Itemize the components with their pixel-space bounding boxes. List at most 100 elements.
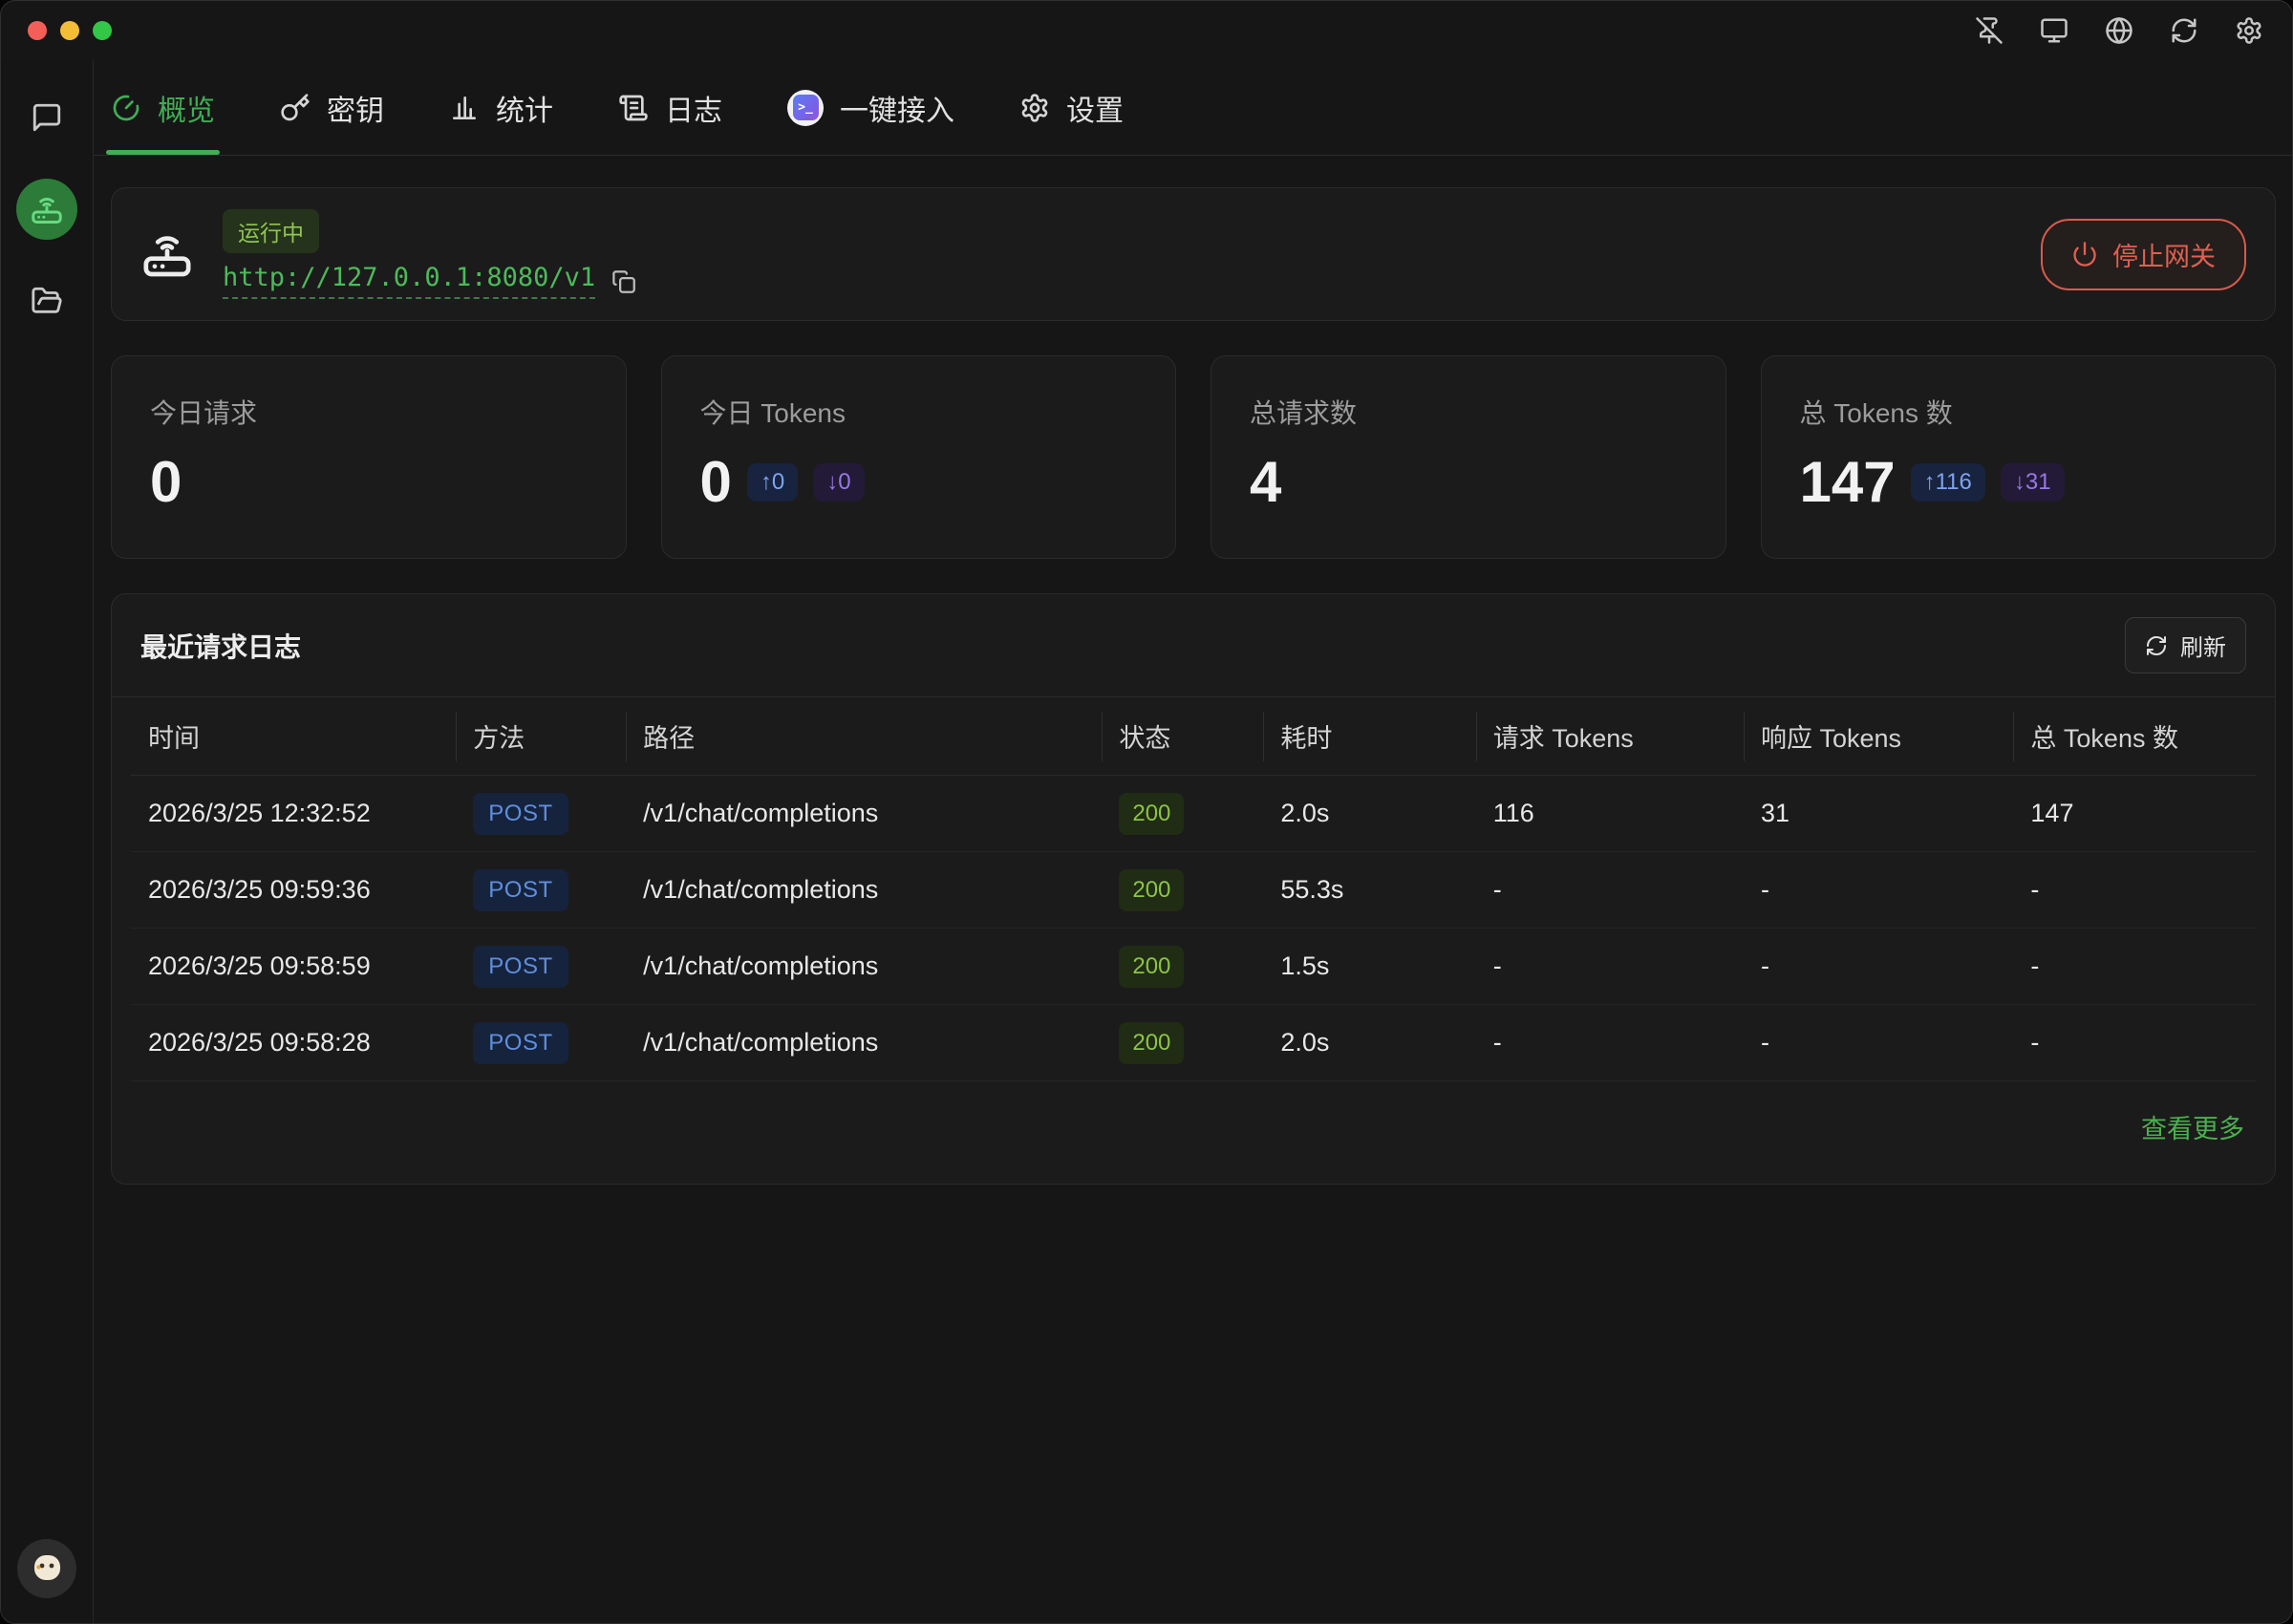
cell-req-tokens: - [1476,1005,1744,1081]
cell-res-tokens: - [1744,852,2013,929]
stat-label: 今日 Tokens [700,393,1138,431]
cell-req-tokens: - [1476,929,1744,1005]
logs-title: 最近请求日志 [140,627,301,665]
cell-res-tokens: - [1744,1005,2013,1081]
sidebar-item-files[interactable] [28,282,66,320]
method-badge: POST [473,793,568,835]
cell-total-tokens: - [2013,852,2256,929]
stat-value: 0 [700,454,732,511]
stat-card-today-requests: 今日请求 0 [111,355,627,559]
stat-value: 0 [150,454,182,511]
cell-total-tokens: - [2013,1005,2256,1081]
mascot-icon [27,1547,67,1592]
terminal-app-icon: >_ [787,90,824,126]
stat-value: 147 [1800,454,1896,511]
view-more-link[interactable]: 查看更多 [2141,1115,2244,1143]
sidebar [1,60,94,1623]
globe-icon[interactable] [2105,16,2133,45]
pin-off-icon[interactable] [1975,16,2004,45]
cell-time: 2026/3/25 09:58:59 [131,929,456,1005]
tab-label: 设置 [1066,87,1124,129]
gateway-url-link[interactable]: http://127.0.0.1:8080/v1 [223,263,595,299]
cell-time: 2026/3/25 12:32:52 [131,776,456,852]
folder-open-icon [31,285,63,317]
table-row: 2026/3/25 09:58:59 POST /v1/chat/complet… [131,929,2256,1005]
gateway-status-card: 运行中 http://127.0.0.1:8080/v1 停止网关 [111,187,2276,321]
tab-quick-connect[interactable]: >_ 一键接入 [787,60,954,155]
tabbar: 概览 密钥 统计 日志 >_ 一键接入 [94,60,2292,156]
refresh-label: 刷新 [2180,629,2226,662]
refresh-logs-button[interactable]: 刷新 [2125,617,2246,673]
output-tokens-chip: ↓31 [2001,463,2065,502]
cell-total-tokens: - [2013,929,2256,1005]
gear-icon [1019,93,1050,123]
logs-table: 时间 方法 路径 状态 耗时 请求 Tokens 响应 Tokens 总 Tok… [131,697,2256,1081]
traffic-lights [28,21,112,40]
method-badge: POST [473,869,568,911]
cell-path: /v1/chat/completions [626,852,1102,929]
tab-logs[interactable]: 日志 [618,60,722,155]
table-row: 2026/3/25 12:32:52 POST /v1/chat/complet… [131,776,2256,852]
cell-duration: 2.0s [1263,1005,1475,1081]
tab-overview[interactable]: 概览 [111,60,215,155]
col-method: 方法 [456,697,626,776]
refresh-icon[interactable] [2170,16,2198,45]
overview-content: 运行中 http://127.0.0.1:8080/v1 停止网关 今日 [94,156,2292,1623]
status-code-badge: 200 [1119,793,1184,835]
recent-logs-card: 最近请求日志 刷新 [111,593,2276,1185]
minimize-window-button[interactable] [60,21,79,40]
titlebar-actions [1975,16,2263,45]
tab-label: 一键接入 [840,87,954,129]
col-res-tokens: 响应 Tokens [1744,697,2013,776]
table-row: 2026/3/25 09:59:36 POST /v1/chat/complet… [131,852,2256,929]
stat-card-total-tokens: 总 Tokens 数 147 ↑116 ↓31 [1761,355,2277,559]
status-badge: 运行中 [223,209,319,253]
input-tokens-chip: ↑116 [1911,463,1985,502]
zoom-window-button[interactable] [93,21,112,40]
stat-label: 今日请求 [150,393,588,431]
stat-card-today-tokens: 今日 Tokens 0 ↑0 ↓0 [661,355,1177,559]
sidebar-item-gateway[interactable] [16,179,77,240]
col-path: 路径 [626,697,1102,776]
cell-path: /v1/chat/completions [626,776,1102,852]
tab-stats[interactable]: 统计 [449,60,553,155]
sidebar-item-chat[interactable] [28,98,66,137]
table-header-row: 时间 方法 路径 状态 耗时 请求 Tokens 响应 Tokens 总 Tok… [131,697,2256,776]
cell-res-tokens: 31 [1744,776,2013,852]
stats-row: 今日请求 0 今日 Tokens 0 ↑0 ↓0 总请求数 4 [111,355,2276,559]
assistant-avatar[interactable] [17,1539,76,1598]
tab-label: 密钥 [327,87,384,129]
app-window: 概览 密钥 统计 日志 >_ 一键接入 [0,0,2293,1624]
tab-label: 日志 [665,87,722,129]
cell-res-tokens: - [1744,929,2013,1005]
stop-gateway-button[interactable]: 停止网关 [2041,219,2246,290]
status-code-badge: 200 [1119,946,1184,988]
cell-time: 2026/3/25 09:58:28 [131,1005,456,1081]
cell-time: 2026/3/25 09:59:36 [131,852,456,929]
router-icon [30,192,64,226]
tab-settings[interactable]: 设置 [1019,60,1124,155]
method-badge: POST [473,946,568,988]
tab-label: 统计 [496,87,553,129]
settings-icon[interactable] [2235,16,2263,45]
monitor-icon[interactable] [2040,16,2068,45]
tab-keys[interactable]: 密钥 [280,60,384,155]
cell-duration: 1.5s [1263,929,1475,1005]
close-window-button[interactable] [28,21,47,40]
terminal-glyph: >_ [793,95,819,120]
copy-icon[interactable] [611,268,636,294]
cell-req-tokens: 116 [1476,776,1744,852]
col-req-tokens: 请求 Tokens [1476,697,1744,776]
stat-card-total-requests: 总请求数 4 [1211,355,1726,559]
col-time: 时间 [131,697,456,776]
table-row: 2026/3/25 09:58:28 POST /v1/chat/complet… [131,1005,2256,1081]
scroll-icon [618,93,649,123]
bar-chart-icon [449,93,480,123]
stop-gateway-label: 停止网关 [2112,236,2216,273]
status-code-badge: 200 [1119,1022,1184,1064]
stat-label: 总 Tokens 数 [1800,393,2238,431]
cell-path: /v1/chat/completions [626,1005,1102,1081]
col-status: 状态 [1102,697,1263,776]
cell-duration: 2.0s [1263,776,1475,852]
chat-icon [31,101,63,134]
